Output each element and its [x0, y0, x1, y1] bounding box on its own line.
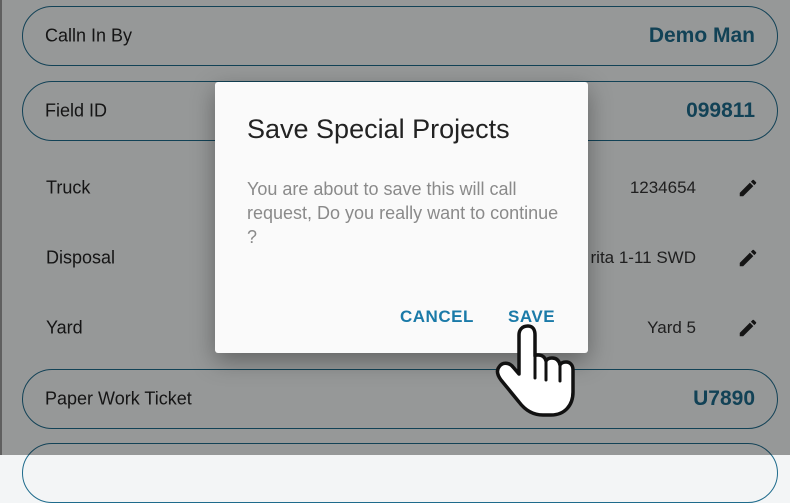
cancel-button[interactable]: CANCEL: [400, 307, 474, 327]
hand-pointer-cursor-icon: [495, 324, 575, 417]
dialog-message: You are about to save this will call req…: [247, 179, 559, 247]
dialog-title: Save Special Projects: [247, 114, 510, 144]
save-confirm-dialog: Save Special Projects You are about to s…: [215, 82, 588, 353]
